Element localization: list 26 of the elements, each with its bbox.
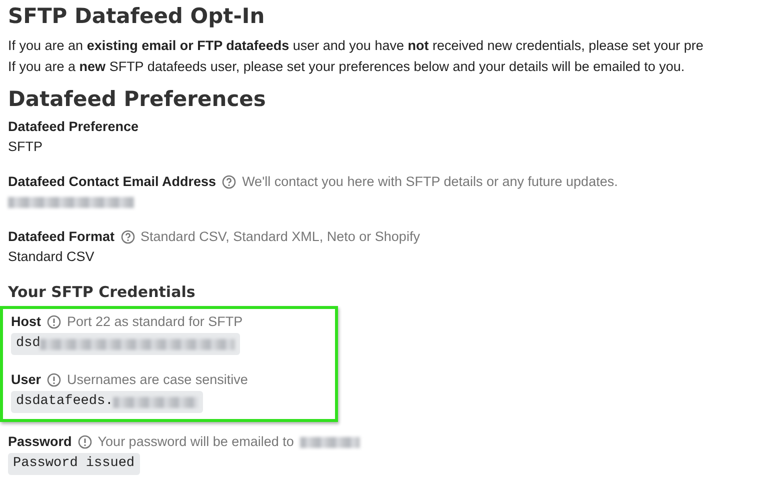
field-label: Datafeed Contact Email Address	[8, 173, 216, 191]
intro-text: If you are a new SFTP datafeeds user, please set your preferences below and your details will be emailed to you.	[8, 58, 686, 76]
field-value: Standard CSV	[8, 248, 96, 266]
field-hint: Usernames are case sensitive	[67, 371, 248, 389]
section-heading: Your SFTP Credentials	[8, 282, 196, 302]
exclamation-icon	[47, 373, 62, 387]
section-heading: Datafeed Preferences	[8, 86, 267, 113]
credential-value: Password issued	[8, 453, 140, 475]
field-hint: We'll contact you here with SFTP details or any future updates.	[242, 173, 618, 191]
exclamation-icon	[78, 435, 92, 449]
field-hint: Standard CSV, Standard XML, Neto or Shopify	[140, 228, 420, 246]
exclamation-icon	[47, 315, 61, 329]
field-value: SFTP	[8, 138, 44, 156]
credential-value: dsd	[11, 333, 240, 355]
credential-value: dsdatafeeds.	[11, 391, 204, 413]
field-label: Datafeed Preference	[8, 118, 139, 136]
field-hint: Port 22 as standard for SFTP	[67, 313, 243, 331]
field-label: Password	[8, 433, 72, 451]
intro-text: If you are an existing email or FTP datafeeds user and you have not received new credentials, please set your pre	[8, 37, 704, 55]
field-label: Host	[11, 313, 41, 331]
page-title: SFTP Datafeed Opt-In	[8, 3, 266, 30]
field-hint: Your password will be emailed to	[98, 433, 294, 451]
field-label: Datafeed Format	[8, 228, 115, 246]
help-icon	[222, 175, 236, 189]
field-label: User	[11, 371, 42, 389]
help-icon	[120, 230, 135, 244]
